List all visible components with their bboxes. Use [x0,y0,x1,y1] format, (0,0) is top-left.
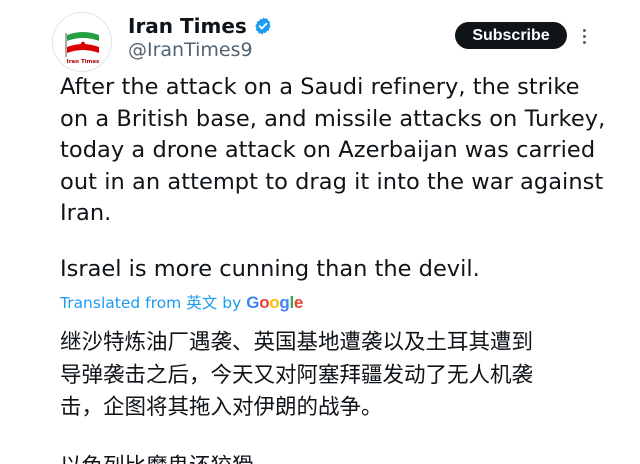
verified-badge-icon [255,17,271,35]
name-row: Iran Times [128,14,273,38]
translated-from-link[interactable]: Translated from 英文 by Google [60,292,303,314]
iran-flag-logo: Iran Times [53,13,111,71]
more-vertical-icon[interactable] [578,24,590,48]
avatar[interactable]: Iran Times [52,12,112,72]
user-handle[interactable]: @IranTimes9 [128,38,253,62]
display-name[interactable]: Iran Times [128,14,247,38]
tweet-text-paragraph: Israel is more cunning than the devil. [60,256,480,282]
tweet-card: Iran Times Iran Times @IranTimes9 Subscr… [0,0,640,464]
translated-text-paragraph: 以色列比魔鬼还狡猾 [60,451,254,464]
avatar-brand-text: Iran Times [67,59,100,65]
google-logo: Google [246,293,304,312]
source-language: 英文 [186,294,218,312]
dot-icon [582,34,586,38]
dot-icon [582,28,586,32]
dot-icon [582,40,586,44]
tweet-text-paragraph: After the attack on a Saudi refinery, th… [60,74,606,226]
translated-text-paragraph: 继沙特炼油厂遇袭、英国基地遭袭以及土耳其遭到 导弹袭击之后，今天又对阿塞拜疆发动… [60,330,534,420]
translated-by: by [222,294,242,312]
translated-prefix: Translated from [60,294,182,312]
subscribe-button[interactable]: Subscribe [455,22,567,49]
